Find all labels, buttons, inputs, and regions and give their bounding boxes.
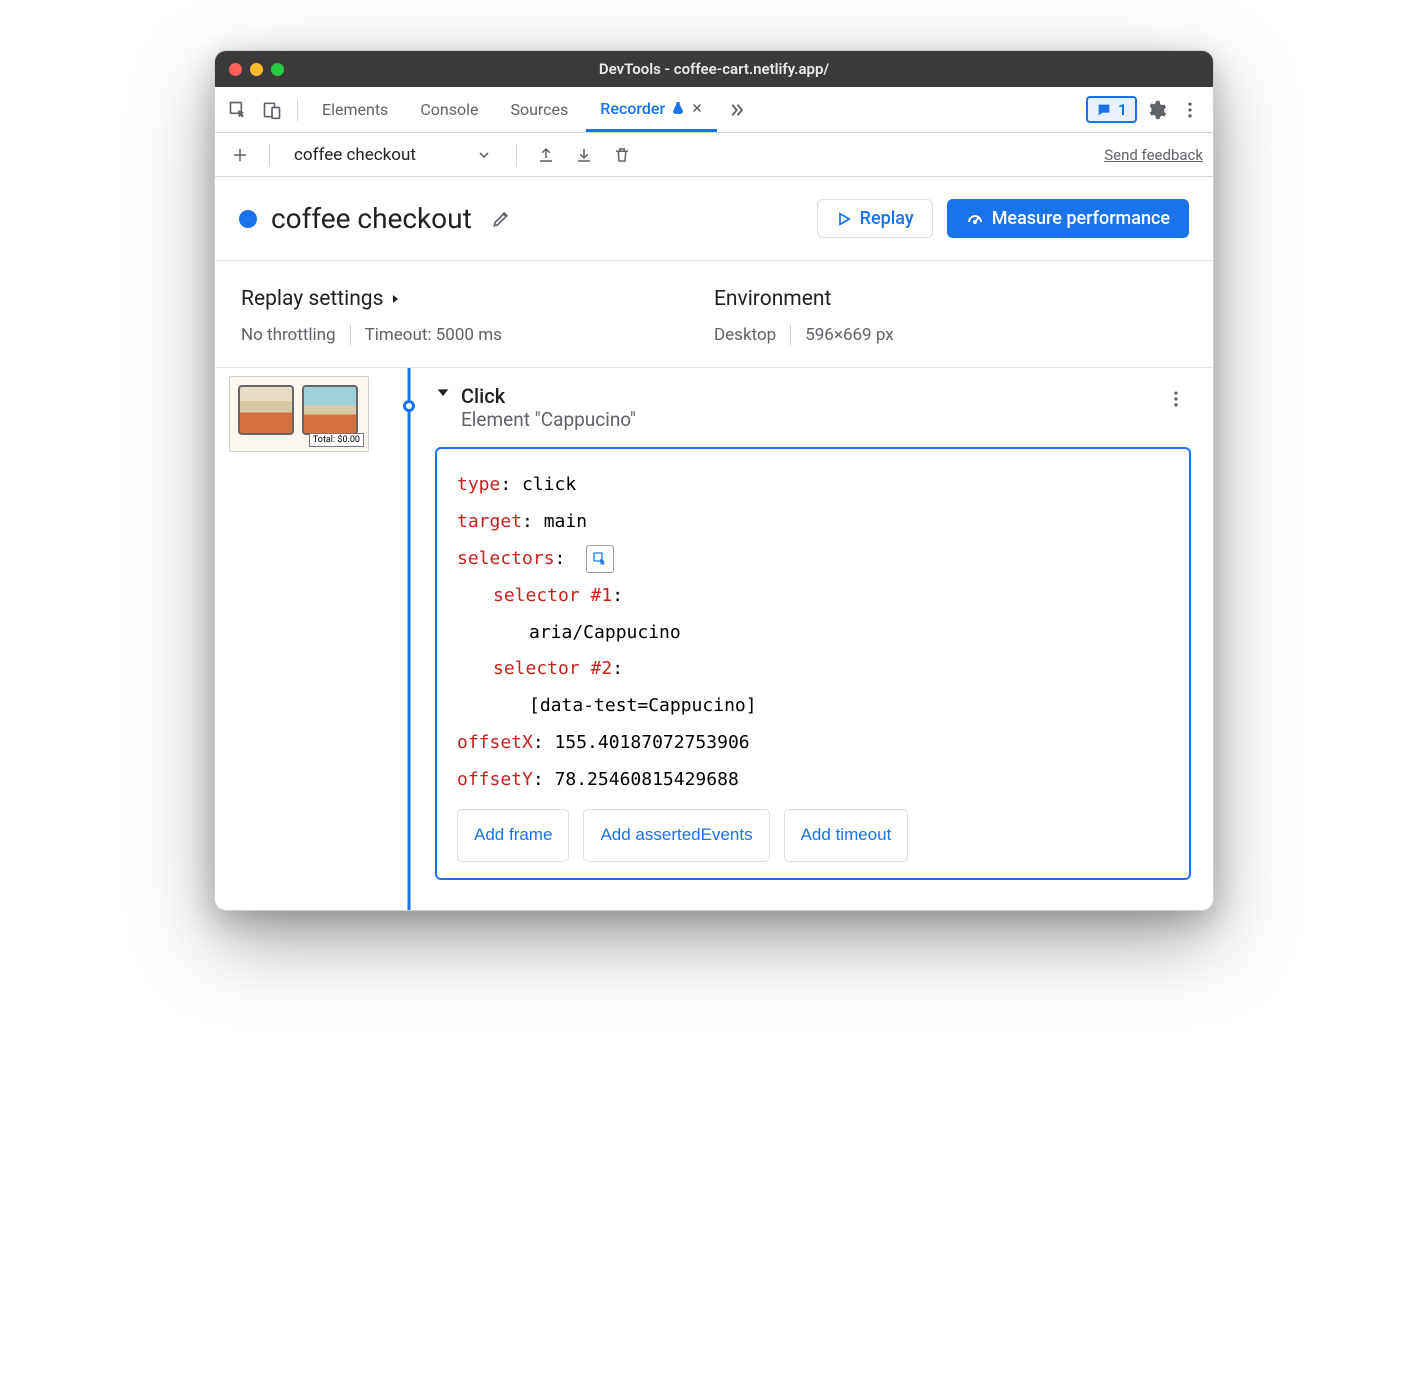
prop-key: offsetY (457, 769, 533, 790)
screenshot-column: Total: $0.00 (215, 368, 389, 910)
separator (297, 99, 298, 121)
recording-status-dot (239, 210, 257, 228)
gear-icon[interactable] (1141, 95, 1171, 125)
step-properties: type: click target: main selectors: sele… (435, 447, 1191, 880)
total-badge: Total: $0.00 (309, 433, 364, 447)
step-menu-icon[interactable] (1161, 384, 1191, 414)
tab-label: Elements (322, 100, 388, 119)
kebab-menu-icon[interactable] (1175, 95, 1205, 125)
issues-count: 1 (1118, 100, 1127, 119)
step-details: Click Element "Cappucino" type: click ta… (429, 368, 1213, 910)
replay-button[interactable]: Replay (817, 199, 933, 238)
chevron-right-icon (389, 293, 401, 305)
flask-icon (671, 101, 685, 115)
prop-key: type (457, 474, 500, 495)
tab-recorder[interactable]: Recorder (586, 87, 717, 132)
replay-settings-heading[interactable]: Replay settings (241, 287, 714, 311)
tab-label: Sources (510, 100, 568, 119)
delete-icon[interactable] (607, 140, 637, 170)
tab-sources[interactable]: Sources (496, 87, 582, 132)
viewport-value: 596×669 px (790, 325, 893, 345)
button-label: Measure performance (992, 208, 1170, 229)
timeline-marker (403, 400, 415, 412)
pick-selector-icon[interactable] (586, 545, 614, 573)
chevron-down-icon (476, 147, 492, 163)
edit-title-icon[interactable] (486, 204, 516, 234)
gauge-icon (966, 210, 984, 228)
mug-illustration (302, 385, 358, 435)
timeline-line (408, 368, 411, 910)
prop-key: selector #1 (493, 585, 612, 606)
tab-label: Recorder (600, 99, 665, 118)
more-tabs-icon[interactable] (721, 95, 751, 125)
prop-key: offsetX (457, 732, 533, 753)
tab-elements[interactable]: Elements (308, 87, 402, 132)
mug-illustration (238, 385, 294, 435)
collapse-icon[interactable] (435, 384, 451, 400)
add-frame-button[interactable]: Add frame (457, 809, 569, 862)
step-subtitle: Element "Cappucino" (461, 408, 636, 431)
close-tab-icon[interactable] (691, 102, 703, 114)
export-icon[interactable] (531, 140, 561, 170)
separator (269, 144, 270, 166)
prop-key: target (457, 511, 522, 532)
prop-value[interactable]: 78.25460815429688 (555, 769, 739, 790)
prop-key: selectors (457, 548, 555, 569)
prop-value[interactable]: click (522, 474, 576, 495)
main-tabbar: Elements Console Sources Recorder 1 (215, 87, 1213, 133)
button-label: Replay (860, 208, 914, 229)
send-feedback-link[interactable]: Send feedback (1104, 146, 1203, 164)
titlebar: DevTools - coffee-cart.netlify.app/ (215, 51, 1213, 87)
import-icon[interactable] (569, 140, 599, 170)
heading-label: Replay settings (241, 287, 383, 311)
recording-title: coffee checkout (271, 202, 472, 235)
recording-header: coffee checkout Replay Measure performan… (215, 177, 1213, 261)
new-recording-icon[interactable] (225, 140, 255, 170)
prop-value[interactable]: 155.40187072753906 (555, 732, 750, 753)
issues-icon (1096, 102, 1112, 118)
recording-selector[interactable]: coffee checkout (284, 141, 502, 169)
environment-heading: Environment (714, 287, 1187, 311)
tab-console[interactable]: Console (406, 87, 492, 132)
steps-area: Total: $0.00 Click Element "Cappucino" (215, 368, 1213, 910)
add-asserted-events-button[interactable]: Add assertedEvents (583, 809, 769, 862)
throttling-value: No throttling (241, 325, 336, 345)
issues-badge[interactable]: 1 (1086, 96, 1137, 123)
recording-name: coffee checkout (294, 145, 416, 165)
heading-label: Environment (714, 287, 831, 311)
inspect-element-icon[interactable] (223, 95, 253, 125)
separator (516, 144, 517, 166)
prop-value[interactable]: main (544, 511, 587, 532)
devtools-window: DevTools - coffee-cart.netlify.app/ Elem… (214, 50, 1214, 911)
prop-value[interactable]: aria/Cappucino (529, 622, 681, 643)
device-value: Desktop (714, 325, 776, 345)
play-icon (836, 211, 852, 227)
measure-performance-button[interactable]: Measure performance (947, 199, 1189, 238)
prop-value[interactable]: [data-test=Cappucino] (529, 695, 757, 716)
settings-panel: Replay settings No throttling Timeout: 5… (215, 261, 1213, 368)
recorder-toolbar: coffee checkout Send feedback (215, 133, 1213, 177)
timeline (389, 368, 429, 910)
tab-label: Console (420, 100, 478, 119)
window-title: DevTools - coffee-cart.netlify.app/ (215, 60, 1213, 78)
step-title: Click (461, 384, 636, 408)
device-toolbar-icon[interactable] (257, 95, 287, 125)
timeout-value: Timeout: 5000 ms (350, 325, 502, 345)
prop-key: selector #2 (493, 658, 612, 679)
step-screenshot[interactable]: Total: $0.00 (229, 376, 369, 452)
add-timeout-button[interactable]: Add timeout (784, 809, 909, 862)
